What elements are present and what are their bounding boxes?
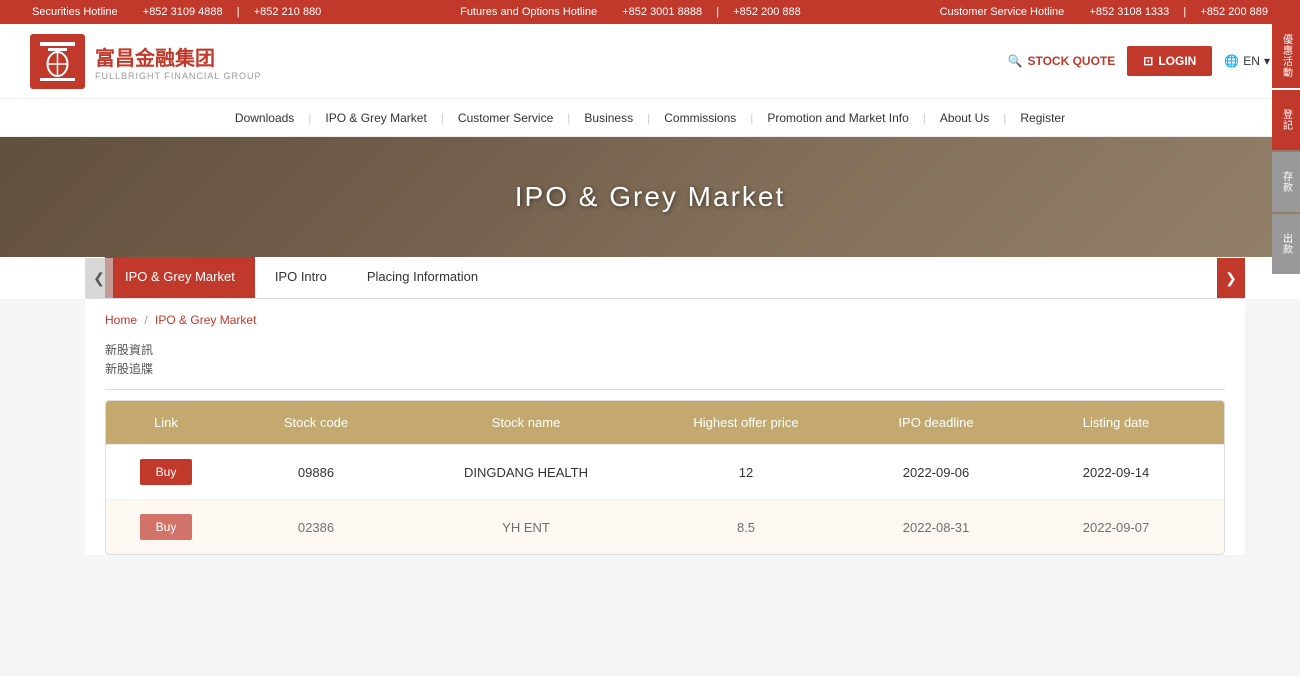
table-row: Buy 02386 YH ENT 8.5 2022-08-31 2022-09-…	[106, 499, 1224, 554]
nav-customer-service[interactable]: Customer Service	[446, 107, 565, 129]
buy-button-1[interactable]: Buy	[140, 459, 193, 485]
tabs-section: ❮ IPO & Grey Market IPO Intro Placing In…	[0, 257, 1300, 299]
data-table: Link Stock code Stock name Highest offer…	[105, 400, 1225, 555]
cell-ipo-deadline-1: 2022-09-06	[846, 451, 1026, 494]
logo-text: 富昌金融集团 FULLBRIGHT FINANCIAL GROUP	[95, 42, 262, 81]
cell-listing-date-2: 2022-09-07	[1026, 506, 1206, 549]
logo-icon	[30, 34, 85, 89]
cell-stock-code-2: 02386	[226, 506, 406, 549]
header-right: 🔍 STOCK QUOTE ⊡ LOGIN 🌐 EN ▾	[1008, 46, 1270, 76]
nav-business[interactable]: Business	[572, 107, 645, 129]
nav-about[interactable]: About Us	[928, 107, 1001, 129]
stock-quote-button[interactable]: 🔍 STOCK QUOTE	[1008, 54, 1116, 68]
chevron-left-icon: ❮	[93, 270, 105, 287]
breadcrumb-separator: /	[144, 313, 147, 327]
col-listing-date: Listing date	[1026, 401, 1206, 444]
col-stock-name: Stock name	[406, 401, 646, 444]
content-area: Home / IPO & Grey Market 新股資訊 新股追牒 Link …	[85, 299, 1245, 555]
nav-commissions[interactable]: Commissions	[652, 107, 748, 129]
nav-bar: Downloads | IPO & Grey Market | Customer…	[0, 99, 1300, 137]
sub-nav: 新股資訊 新股追牒	[85, 341, 1245, 389]
tabs-container: IPO & Grey Market IPO Intro Placing Info…	[85, 257, 1245, 299]
hero-title: IPO & Grey Market	[515, 181, 786, 213]
securities-hotline: Securities Hotline +852 3109 4888 | +852…	[24, 6, 329, 18]
ticker-bar: Securities Hotline +852 3109 4888 | +852…	[0, 0, 1300, 24]
globe-icon: 🌐	[1224, 54, 1239, 68]
table-row: Buy 09886 DINGDANG HEALTH 12 2022-09-06 …	[106, 444, 1224, 499]
cell-link-1: Buy	[106, 445, 226, 499]
cell-listing-date-1: 2022-09-14	[1026, 451, 1206, 494]
search-icon: 🔍	[1008, 54, 1023, 68]
sub-nav-item-2[interactable]: 新股追牒	[105, 360, 1225, 379]
prev-arrow[interactable]: ❮	[85, 258, 113, 298]
login-icon: ⊡	[1143, 54, 1153, 68]
login-button[interactable]: ⊡ LOGIN	[1127, 46, 1212, 76]
col-stock-code: Stock code	[226, 401, 406, 444]
cell-stock-code-1: 09886	[226, 451, 406, 494]
tab-placing-information[interactable]: Placing Information	[347, 257, 498, 298]
sidebar-promotion[interactable]: 優惠活動	[1272, 24, 1300, 88]
cell-offer-price-2: 8.5	[646, 506, 846, 549]
logo: 富昌金融集团 FULLBRIGHT FINANCIAL GROUP	[30, 34, 262, 89]
right-sidebar: 優惠活動 登記 存款 出款	[1272, 24, 1300, 276]
chevron-down-icon: ▾	[1264, 54, 1270, 68]
tab-ipo-grey-market[interactable]: IPO & Grey Market	[105, 257, 255, 298]
language-button[interactable]: 🌐 EN ▾	[1224, 54, 1270, 68]
col-link: Link	[106, 401, 226, 444]
nav-downloads[interactable]: Downloads	[223, 107, 306, 129]
breadcrumb-current[interactable]: IPO & Grey Market	[155, 313, 256, 327]
nav-promotion[interactable]: Promotion and Market Info	[755, 107, 920, 129]
nav-ipo[interactable]: IPO & Grey Market	[313, 107, 438, 129]
cell-stock-name-1: DINGDANG HEALTH	[406, 451, 646, 494]
cell-link-2: Buy	[106, 500, 226, 554]
table-header: Link Stock code Stock name Highest offer…	[106, 401, 1224, 444]
sidebar-withdraw[interactable]: 出款	[1272, 214, 1300, 274]
header: 富昌金融集团 FULLBRIGHT FINANCIAL GROUP 🔍 STOC…	[0, 24, 1300, 99]
futures-hotline: Futures and Options Hotline +852 3001 88…	[452, 6, 809, 18]
divider	[105, 389, 1225, 390]
sidebar-register[interactable]: 登記	[1272, 90, 1300, 150]
cell-offer-price-1: 12	[646, 451, 846, 494]
col-offer-price: Highest offer price	[646, 401, 846, 444]
hero-banner: IPO & Grey Market	[0, 137, 1300, 257]
breadcrumb: Home / IPO & Grey Market	[85, 299, 1245, 341]
breadcrumb-home[interactable]: Home	[105, 313, 137, 327]
tab-ipo-intro[interactable]: IPO Intro	[255, 257, 347, 298]
chevron-right-icon: ❯	[1225, 270, 1237, 287]
nav-register[interactable]: Register	[1008, 107, 1077, 129]
cell-ipo-deadline-2: 2022-08-31	[846, 506, 1026, 549]
sub-nav-item-1[interactable]: 新股資訊	[105, 341, 1225, 360]
cell-stock-name-2: YH ENT	[406, 506, 646, 549]
next-arrow[interactable]: ❯	[1217, 258, 1245, 298]
col-ipo-deadline: IPO deadline	[846, 401, 1026, 444]
customer-hotline: Customer Service Hotline +852 3108 1333 …	[932, 6, 1276, 18]
sidebar-deposit[interactable]: 存款	[1272, 152, 1300, 212]
buy-button-2[interactable]: Buy	[140, 514, 193, 540]
